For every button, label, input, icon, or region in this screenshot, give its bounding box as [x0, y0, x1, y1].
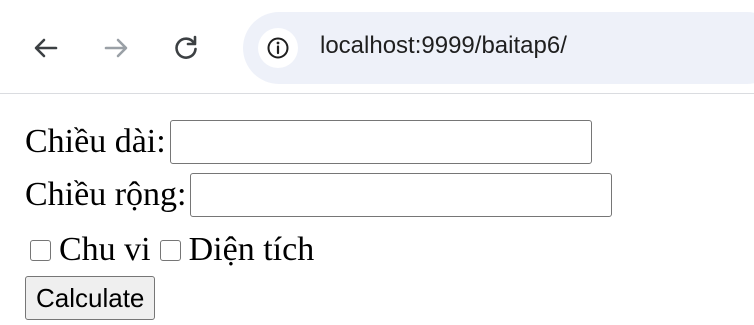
address-url[interactable]: localhost:9999/baitap6/ [320, 30, 567, 62]
button-row: Calculate [25, 272, 156, 324]
area-label: Diện tích [188, 231, 315, 268]
width-row: Chiều rộng: [25, 169, 613, 221]
width-input[interactable] [190, 173, 613, 217]
calculate-button[interactable]: Calculate [25, 276, 156, 320]
arrow-left-icon [34, 38, 58, 58]
area-checkbox[interactable] [159, 239, 181, 261]
forward-button[interactable] [100, 32, 132, 64]
perimeter-checkbox[interactable] [30, 239, 51, 261]
arrow-right-icon [104, 38, 128, 58]
length-input[interactable] [169, 120, 592, 164]
reload-button[interactable] [170, 32, 202, 64]
back-button[interactable] [30, 32, 62, 64]
info-icon [267, 37, 289, 59]
length-label: Chiều dài: [25, 123, 166, 160]
perimeter-label: Chu vi [59, 231, 151, 268]
width-label: Chiều rộng: [25, 176, 187, 213]
length-row: Chiều dài: [25, 116, 592, 168]
browser-toolbar: localhost:9999/baitap6/ [0, 0, 754, 94]
site-info-button[interactable] [258, 28, 298, 68]
options-row: Chu vi Diện tích [25, 224, 314, 276]
reload-icon [175, 35, 197, 59]
